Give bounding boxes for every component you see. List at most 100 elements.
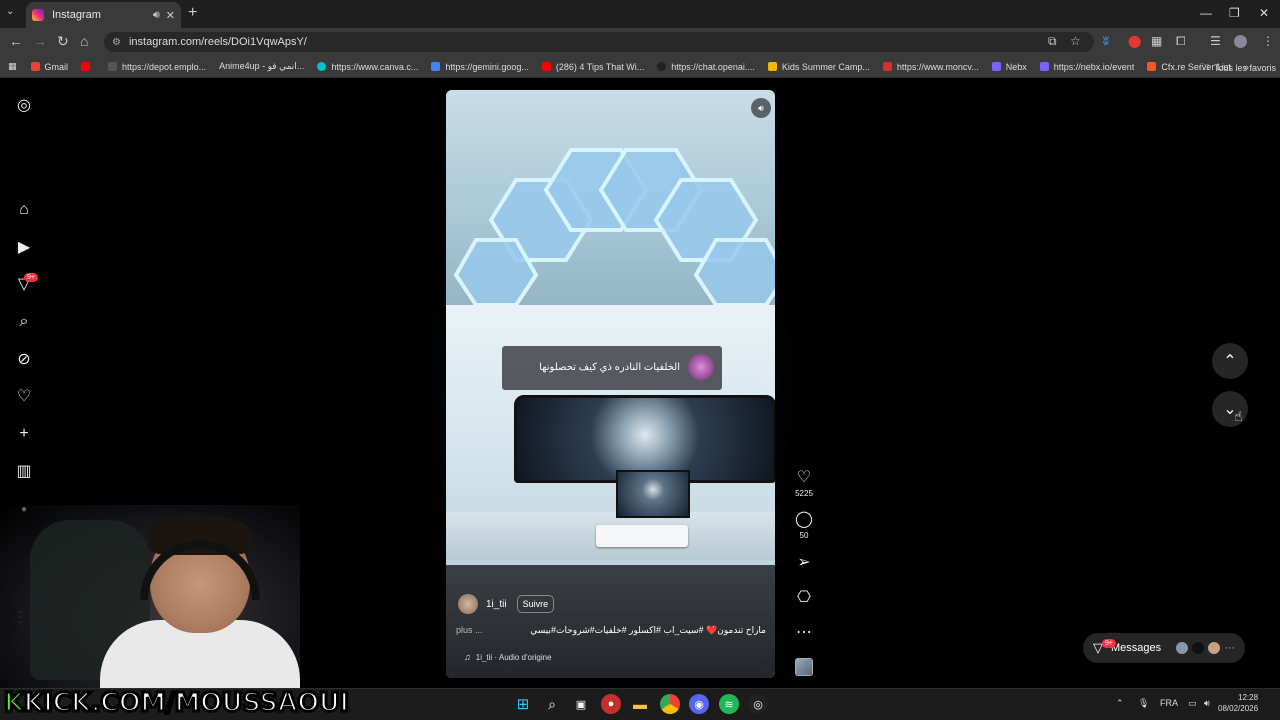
bookmark-item[interactable]: Anime4up - انمي فو... <box>219 61 304 72</box>
share-icon[interactable]: ➢ <box>794 552 814 572</box>
bookmark-item[interactable]: https://chat.openai.... <box>657 62 755 72</box>
next-reel-button[interactable]: ⌄ <box>1212 391 1248 427</box>
author-username[interactable]: 1i_tii <box>486 599 507 610</box>
dashboard-icon[interactable]: ▥ <box>14 461 34 481</box>
comment-icon[interactable]: ◯ <box>794 509 814 529</box>
reload-icon[interactable]: ↻ <box>57 33 69 50</box>
bookmark-label: https://chat.openai.... <box>671 61 755 72</box>
message-avatar <box>1175 641 1189 655</box>
audio-row[interactable]: ♫ 1i_tii · Audio d'origine <box>464 652 552 662</box>
forward-icon[interactable]: → <box>33 33 47 49</box>
install-app-icon[interactable]: ⧉ <box>1048 34 1057 49</box>
browser-menu-icon[interactable]: ⋮ <box>1262 34 1274 48</box>
close-tab-icon[interactable]: ✕ <box>166 9 175 22</box>
kick-logo-letter: K <box>3 687 26 720</box>
more-options-action[interactable]: ⋯ <box>794 622 814 642</box>
tab-search-icon[interactable]: ⌄ <box>6 6 14 17</box>
follow-button[interactable]: Suivre <box>516 595 555 613</box>
heart-icon[interactable]: ♡ <box>794 467 814 487</box>
network-icon[interactable]: ▭ <box>1188 698 1197 709</box>
bookmark-item[interactable]: https://gemini.goog... <box>431 62 529 72</box>
bookmark-label: https://www.moncv... <box>896 61 979 72</box>
steam-icon[interactable]: ◎ <box>748 694 768 714</box>
explore-icon[interactable]: ⊘ <box>14 349 34 369</box>
more-dots-icon[interactable]: ⋯ <box>794 622 814 642</box>
bookmark-item[interactable]: https://www.moncv... <box>882 61 979 72</box>
overlay-caption-text: الخلفيات النادره ذي كيف تحصلونها <box>539 362 680 373</box>
reel-video[interactable]: الخلفيات النادره ذي كيف تحصلونها 🔊︎ 1i_t… <box>446 90 775 678</box>
nebx-icon <box>991 62 1001 71</box>
windows-start-icon[interactable]: ⊞ <box>513 694 533 714</box>
home-icon[interactable]: ⌂ <box>14 200 34 220</box>
search-icon[interactable]: ⌕ <box>542 694 562 714</box>
gemini-icon <box>431 62 441 71</box>
language-indicator[interactable]: FRA <box>1160 698 1178 708</box>
reels-icon[interactable]: ▶ <box>14 237 34 257</box>
mouse-cursor-icon: ☝ <box>1234 408 1243 424</box>
bookmark-star-icon[interactable]: ☆ <box>1070 34 1081 48</box>
audio-playing-icon[interactable]: 🔊︎ <box>153 9 160 22</box>
site-info-icon[interactable]: ⚙ <box>112 37 121 48</box>
restore-icon[interactable]: ❐ <box>1229 6 1240 20</box>
all-bookmarks-button[interactable]: 🗀 Tous les favoris <box>1200 60 1276 76</box>
comment-action[interactable]: ◯ 50 <box>794 509 814 540</box>
create-icon[interactable]: + <box>14 424 34 444</box>
tab-instagram[interactable]: Instagram 🔊︎ ✕ <box>26 2 181 28</box>
messages-button[interactable]: ▽ Messages ⋯ <box>1083 633 1245 663</box>
like-action[interactable]: ♡ 5225 <box>794 467 814 498</box>
address-bar[interactable]: ⚙ instagram.com/reels/DOi1VqwApsY/ <box>104 32 1094 52</box>
file-explorer-icon[interactable]: ▬ <box>630 694 650 714</box>
mute-button[interactable]: 🔊︎ <box>751 98 771 118</box>
previous-reel-button[interactable]: ⌃ <box>1212 343 1248 379</box>
tray-expand-icon[interactable]: ⌃ <box>1116 698 1124 709</box>
bookmark-item[interactable]: https://www.canva.c... <box>317 62 418 72</box>
kick-channel-url: KICK.COM/MOUSSAOUI <box>22 687 350 720</box>
extensions-puzzle-icon[interactable]: ⧠ <box>1176 34 1186 49</box>
bookmark-item[interactable]: https://nebx.io/event <box>1039 62 1134 72</box>
reading-list-icon[interactable]: ☰ <box>1210 34 1221 48</box>
hexagon-light-panels <box>453 148 775 307</box>
chrome-icon[interactable] <box>660 694 680 714</box>
bookmark-item[interactable]: https://depot.emplo... <box>108 62 206 72</box>
extension-red-icon[interactable]: ⬤ <box>1128 34 1141 48</box>
minimize-icon[interactable]: — <box>1200 6 1212 20</box>
cfx-icon <box>1147 62 1157 71</box>
volume-icon[interactable]: 🔊︎ <box>1204 698 1210 709</box>
home-icon[interactable]: ⌂ <box>80 33 88 49</box>
discord-icon[interactable]: ◉ <box>689 694 709 714</box>
apps-grid-icon[interactable]: ▦ <box>8 61 17 72</box>
system-clock[interactable]: 12:28 08/02/2026 <box>1218 692 1258 714</box>
back-icon[interactable]: ← <box>9 33 23 49</box>
extension-grid-icon[interactable]: ▦ <box>1151 34 1162 48</box>
search-icon[interactable]: ⌕ <box>14 312 34 332</box>
bookmark-label: Anime4up - انمي فو... <box>219 61 305 71</box>
profile-avatar[interactable] <box>1234 35 1247 48</box>
author-row: 1i_tii Suivre <box>458 594 555 614</box>
bookmark-item[interactable] <box>81 62 95 71</box>
like-count: 5225 <box>795 489 813 498</box>
bookmark-item[interactable]: (286) 4 Tips That Wi... <box>541 61 645 72</box>
save-action[interactable]: ⎔ <box>794 587 814 607</box>
app-red-icon[interactable]: ● <box>601 694 621 714</box>
extension-wave-icon[interactable]: ʬ <box>1103 34 1109 48</box>
bookmark-item[interactable]: Nebx <box>991 62 1027 72</box>
audio-thumbnail[interactable] <box>795 658 813 676</box>
microphone-icon[interactable]: 🎙︎ <box>1138 698 1149 709</box>
share-action[interactable]: ➢ <box>794 552 814 572</box>
task-view-icon[interactable]: ▣ <box>571 694 591 714</box>
heart-icon[interactable]: ♡ <box>14 386 34 406</box>
bookmark-icon[interactable]: ⎔ <box>794 587 814 607</box>
youtube-icon <box>81 62 91 71</box>
instagram-logo-icon[interactable]: ◎ <box>14 95 34 115</box>
author-avatar[interactable] <box>458 594 478 614</box>
new-tab-button[interactable]: + <box>188 4 197 22</box>
close-window-icon[interactable]: ✕ <box>1259 6 1269 20</box>
reel-caption[interactable]: plus ... ماراح تندمون❤️ #سيت_اب #اكسلور … <box>456 625 766 636</box>
all-bookmarks-label: Tous les favoris <box>1214 63 1277 73</box>
bookmark-label: (286) 4 Tips That Wi... <box>555 61 645 72</box>
bookmark-item[interactable]: Gmail <box>30 62 68 72</box>
spotify-icon[interactable]: ≋ <box>719 694 739 714</box>
more-link[interactable]: plus ... <box>456 625 483 636</box>
bookmark-item[interactable]: Kids Summer Camp... <box>767 62 870 72</box>
speaker-icon: 🔊︎ <box>758 102 764 113</box>
